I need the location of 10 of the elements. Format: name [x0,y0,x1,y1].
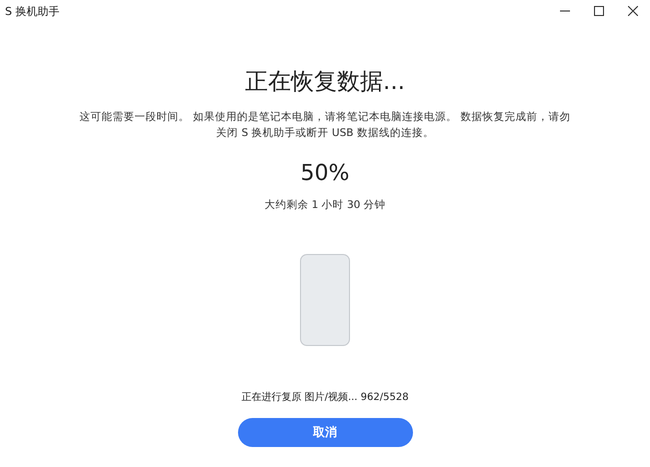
description: 这可能需要一段时间。 如果使用的是笔记本电脑，请将笔记本电脑连接电源。 数据恢复完成前，请勿关闭 S 换机助手或断开 USB 数据线的连接。 [78,110,572,141]
progress-percent: 50% [300,161,350,186]
close-icon[interactable] [628,6,638,16]
status-text: 正在进行复原 图片/视频... 962/5528 [241,390,409,404]
maximize-icon[interactable] [594,6,604,16]
phone-icon [300,254,350,346]
window-title: S 换机助手 [5,4,60,18]
heading: 正在恢复数据... [245,68,405,97]
remaining-time: 大约剩余 1 小时 30 分钟 [264,198,386,212]
cancel-button[interactable]: 取消 [238,418,412,447]
